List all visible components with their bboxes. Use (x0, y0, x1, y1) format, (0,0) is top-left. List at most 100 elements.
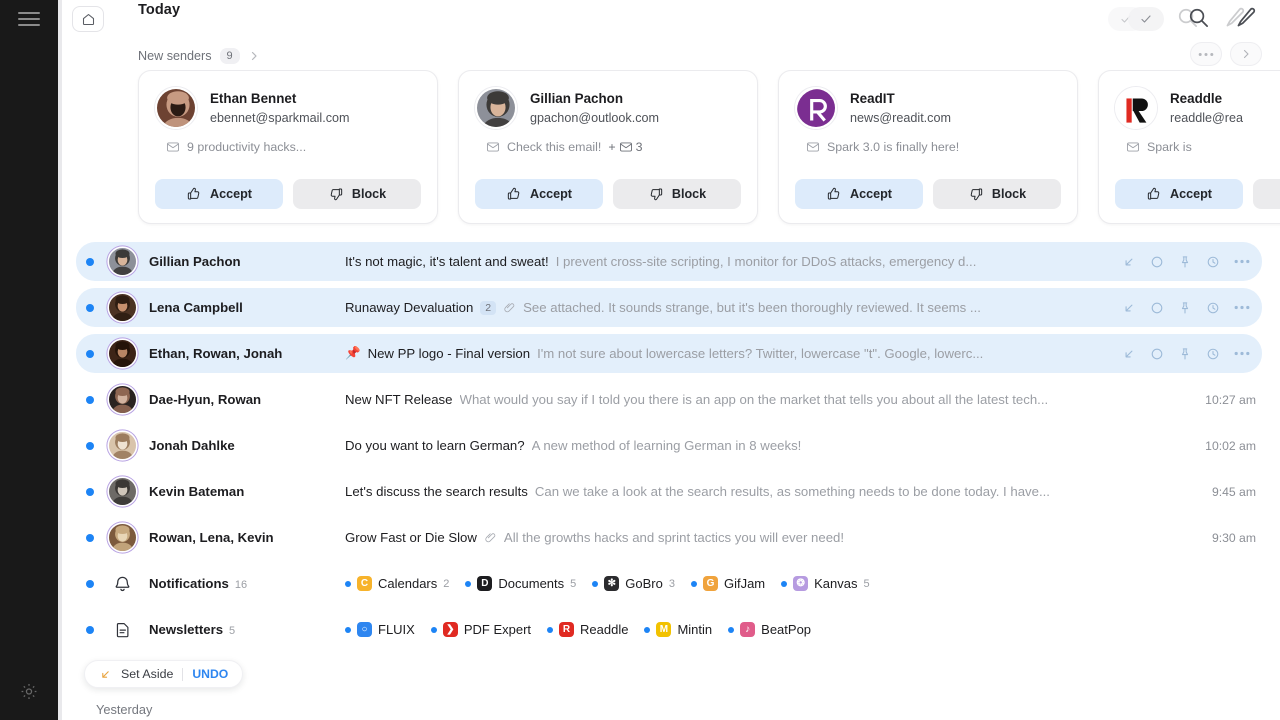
search-icon[interactable] (1176, 6, 1218, 32)
header-actions (1108, 6, 1266, 32)
undo-button[interactable]: UNDO (192, 667, 228, 681)
mail-panel: Today New senders 9 Ethan Bennet ebennet… (62, 0, 1280, 720)
email-row[interactable]: Jonah Dahlke Do you want to learn German?… (76, 426, 1262, 465)
sender-name: Kevin Bateman (149, 484, 245, 499)
chip-logo-icon: ♪ (740, 622, 756, 637)
chip-unread-dot (345, 580, 351, 587)
ellipsis-icon[interactable] (1190, 42, 1222, 66)
mark-unread-circle-icon[interactable] (1150, 301, 1164, 315)
sender-email: gpachon@outlook.com (530, 110, 660, 125)
block-button[interactable]: Block (293, 179, 421, 209)
email-preview: What would you say if I told you there i… (459, 392, 1049, 407)
thumb-down-icon (648, 186, 664, 202)
group-row[interactable]: Notifications 16 C Calendars 2 D Documents 5 ✻ Go… (76, 564, 1262, 603)
row-hover-actions (1112, 347, 1262, 361)
card-subject-line: Spark is (1115, 140, 1280, 154)
email-row[interactable]: Kevin Bateman Let's discuss the search re… (76, 472, 1262, 511)
chip-count: 5 (863, 577, 870, 590)
home-icon[interactable] (72, 6, 104, 32)
email-subject: It's not magic, it's talent and sweat! (345, 254, 549, 269)
next-senders-chevron-icon[interactable] (1230, 42, 1262, 66)
email-row[interactable]: Dae-Hyun, Rowan New NFT Release What would… (76, 380, 1262, 419)
email-row[interactable]: Ethan, Rowan, Jonah 📌 New PP logo - Final … (76, 334, 1262, 373)
avatar (109, 340, 136, 367)
block-button[interactable]: Block (933, 179, 1061, 209)
snooze-clock-icon[interactable] (1206, 255, 1220, 269)
card-subject: 9 productivity hacks... (187, 140, 307, 154)
ellipsis-icon[interactable] (1234, 259, 1250, 264)
new-sender-card[interactable]: Gillian Pachon gpachon@outlook.com Check t… (458, 70, 758, 224)
group-chip[interactable]: M Mintin (644, 622, 712, 637)
accept-button[interactable]: Accept (1115, 179, 1243, 209)
group-chip[interactable]: ❯ PDF Expert (430, 622, 531, 637)
group-chip[interactable]: D Documents 5 (465, 576, 576, 591)
block-button[interactable]: Block (1253, 179, 1280, 209)
sender-name: Lena Campbell (149, 300, 243, 315)
set-aside-icon[interactable] (1122, 255, 1136, 269)
panel-header: Today (62, 0, 1280, 42)
accept-button[interactable]: Accept (795, 179, 923, 209)
unread-dot (86, 395, 94, 404)
email-time: 9:30 am (1211, 530, 1256, 545)
attachment-clip-icon (503, 301, 516, 314)
accept-button[interactable]: Accept (155, 179, 283, 209)
pin-icon[interactable] (1178, 301, 1192, 315)
block-button[interactable]: Block (613, 179, 741, 209)
accept-button[interactable]: Accept (475, 179, 603, 209)
hamburger-icon[interactable] (18, 12, 40, 30)
group-chip[interactable]: ❂ Kanvas 5 (781, 576, 870, 591)
set-aside-icon[interactable] (1122, 347, 1136, 361)
block-label: Block (991, 187, 1027, 201)
unread-dot (86, 487, 94, 496)
pin-icon[interactable] (1178, 347, 1192, 361)
attachment-clip-icon (484, 531, 497, 544)
email-time: 9:45 am (1211, 484, 1256, 499)
app-rail (0, 0, 58, 720)
pencil-compose-icon[interactable] (1224, 6, 1266, 32)
new-sender-card[interactable]: Readdle readdle@rea Spark is Accept Block (1098, 70, 1280, 224)
group-row[interactable]: Newsletters 5 ○ FLUIX ❯ PDF Expert R Readdle M Mi… (76, 610, 1262, 649)
email-subject: Do you want to learn German? (345, 438, 525, 453)
chip-name: FLUIX (378, 622, 415, 637)
row-hover-actions (1112, 255, 1262, 269)
set-aside-icon[interactable] (1122, 301, 1136, 315)
email-time: 10:02 am (1205, 438, 1256, 453)
snooze-clock-icon[interactable] (1206, 301, 1220, 315)
group-chip[interactable]: ♪ BeatPop (728, 622, 811, 637)
snooze-clock-icon[interactable] (1206, 347, 1220, 361)
group-chip[interactable]: R Readdle (547, 622, 628, 637)
email-row[interactable]: Lena Campbell Runaway Devaluation 2 See att… (76, 288, 1262, 327)
sender-email: ebennet@sparkmail.com (210, 110, 350, 125)
ellipsis-icon[interactable] (1234, 351, 1250, 356)
email-subject: New PP logo - Final version (367, 346, 531, 361)
pin-icon[interactable] (1178, 255, 1192, 269)
email-preview: See attached. It sounds strange, but it'… (523, 300, 981, 315)
group-chip[interactable]: ✻ GoBro 3 (592, 576, 675, 591)
gear-icon[interactable] (20, 682, 39, 706)
chevron-right-icon[interactable] (248, 50, 260, 62)
chip-name: GoBro (625, 576, 663, 591)
new-sender-card[interactable]: Ethan Bennet ebennet@sparkmail.com 9 produ… (138, 70, 438, 224)
new-sender-card[interactable]: ReadIT news@readit.com Spark 3.0 is finall… (778, 70, 1078, 224)
mark-unread-circle-icon[interactable] (1150, 347, 1164, 361)
email-row[interactable]: Rowan, Lena, Kevin Grow Fast or Die Slow A… (76, 518, 1262, 557)
double-check-icon[interactable] (1108, 6, 1170, 32)
card-subject-line: Check this email! + 3 (475, 140, 741, 154)
group-chip[interactable]: C Calendars 2 (345, 576, 449, 591)
avatar (1115, 87, 1157, 129)
envelope-icon (1126, 140, 1140, 154)
chip-count: 2 (443, 577, 450, 590)
block-label: Block (351, 187, 387, 201)
mark-unread-circle-icon[interactable] (1150, 255, 1164, 269)
chip-logo-icon: ❯ (442, 622, 458, 637)
chip-unread-dot (430, 626, 437, 633)
bell-outline-icon (109, 570, 136, 597)
email-preview: A new method of learning German in 8 wee… (531, 438, 802, 453)
email-row[interactable]: Gillian Pachon It's not magic, it's talen… (76, 242, 1262, 281)
newsletter-doc-icon (109, 616, 136, 643)
chip-logo-icon: C (357, 576, 372, 591)
group-chip[interactable]: ○ FLUIX (345, 622, 415, 637)
ellipsis-icon[interactable] (1234, 305, 1250, 310)
thumb-up-icon (186, 186, 202, 202)
group-chip[interactable]: G GifJam (690, 576, 765, 591)
